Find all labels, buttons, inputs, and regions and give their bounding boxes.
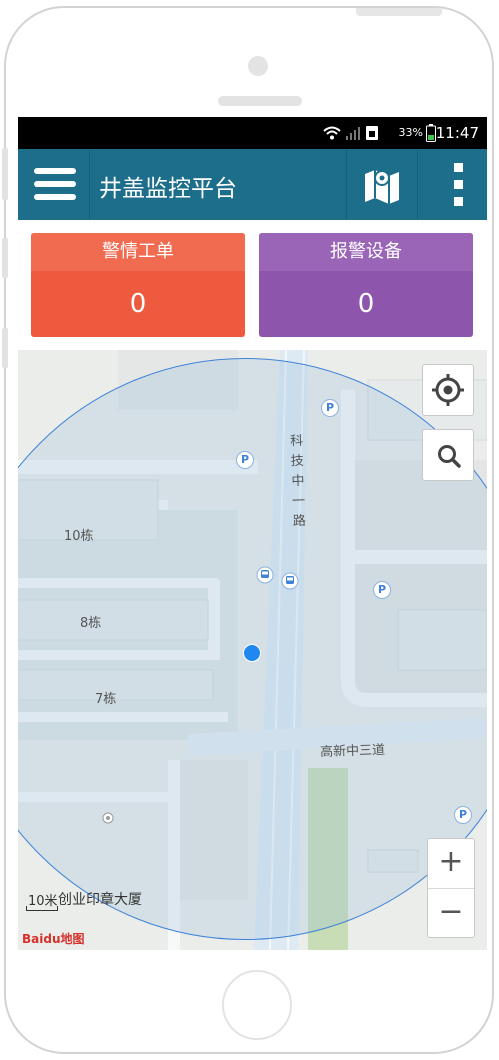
- earpiece-speaker: [218, 96, 302, 106]
- more-options-button[interactable]: [430, 149, 487, 220]
- menu-icon-line: [34, 181, 76, 187]
- bus-stop-icon: [256, 566, 274, 584]
- battery-percent: 33%: [398, 126, 423, 139]
- more-vertical-icon-dot: [454, 197, 463, 206]
- menu-icon: [34, 168, 76, 174]
- app-bar: 井盖监控平台: [18, 149, 487, 220]
- front-camera: [248, 56, 268, 76]
- more-vertical-icon-dot: [454, 180, 463, 189]
- baidu-map-logo: Baidu地图: [22, 932, 85, 946]
- menu-button[interactable]: [18, 149, 90, 220]
- folded-map-icon: [365, 170, 399, 204]
- alarm-devices-card[interactable]: 报警设备 0: [259, 233, 473, 337]
- volume-up-button: [2, 148, 8, 200]
- current-location-dot: [243, 644, 261, 662]
- app-title: 井盖监控平台: [99, 176, 237, 202]
- parking-icon: P: [373, 581, 391, 599]
- map-view-button[interactable]: [346, 149, 418, 220]
- poi-label: 创业印章大厦: [58, 892, 142, 908]
- road-label-horizontal: 高新中三道: [319, 742, 386, 761]
- wifi-icon: [323, 126, 341, 140]
- status-time: 11:47: [435, 124, 479, 142]
- alarm-devices-count: 0: [357, 289, 375, 319]
- map-search-button[interactable]: [422, 429, 474, 481]
- search-icon: [438, 445, 461, 468]
- sim-card-icon: [366, 126, 378, 140]
- map-view[interactable]: 科技中一路 高新中三道 10栋 8栋 7栋 P P P P + − 10米 创业…: [18, 350, 487, 950]
- parking-icon: P: [454, 806, 472, 824]
- mute-switch: [2, 328, 8, 368]
- locate-button[interactable]: [422, 364, 474, 416]
- parking-icon: P: [236, 451, 254, 469]
- zoom-control: + −: [427, 838, 475, 938]
- home-button[interactable]: [222, 970, 292, 1040]
- building-label-8: 8栋: [80, 616, 102, 631]
- poi-marker-icon: [102, 812, 114, 824]
- power-button: [356, 8, 442, 16]
- zoom-out-button[interactable]: −: [428, 889, 474, 938]
- volume-down-button: [2, 238, 8, 278]
- summary-cards: 警情工单 0 报警设备 0: [18, 220, 487, 350]
- app-screen: 33% 11:47 井盖监控平台 警情工单 0 报警设备 0 科技中一路 高新中…: [18, 117, 487, 950]
- signal-icon: [346, 127, 360, 140]
- locate-icon: [432, 374, 464, 406]
- map-scale-bar: [26, 906, 58, 911]
- parking-icon: P: [321, 399, 339, 417]
- alarm-orders-card[interactable]: 警情工单 0: [31, 233, 245, 337]
- more-vertical-icon: [454, 163, 463, 172]
- bus-stop-icon: [281, 572, 299, 590]
- alarm-devices-label: 报警设备: [259, 233, 473, 271]
- menu-icon-line: [34, 194, 76, 200]
- zoom-in-button[interactable]: +: [428, 839, 474, 889]
- building-label-10: 10栋: [64, 529, 94, 544]
- building-label-7: 7栋: [95, 692, 117, 707]
- alarm-orders-label: 警情工单: [31, 233, 245, 271]
- alarm-orders-count: 0: [129, 289, 147, 319]
- battery-icon: [426, 124, 436, 142]
- status-bar: 33% 11:47: [18, 117, 487, 149]
